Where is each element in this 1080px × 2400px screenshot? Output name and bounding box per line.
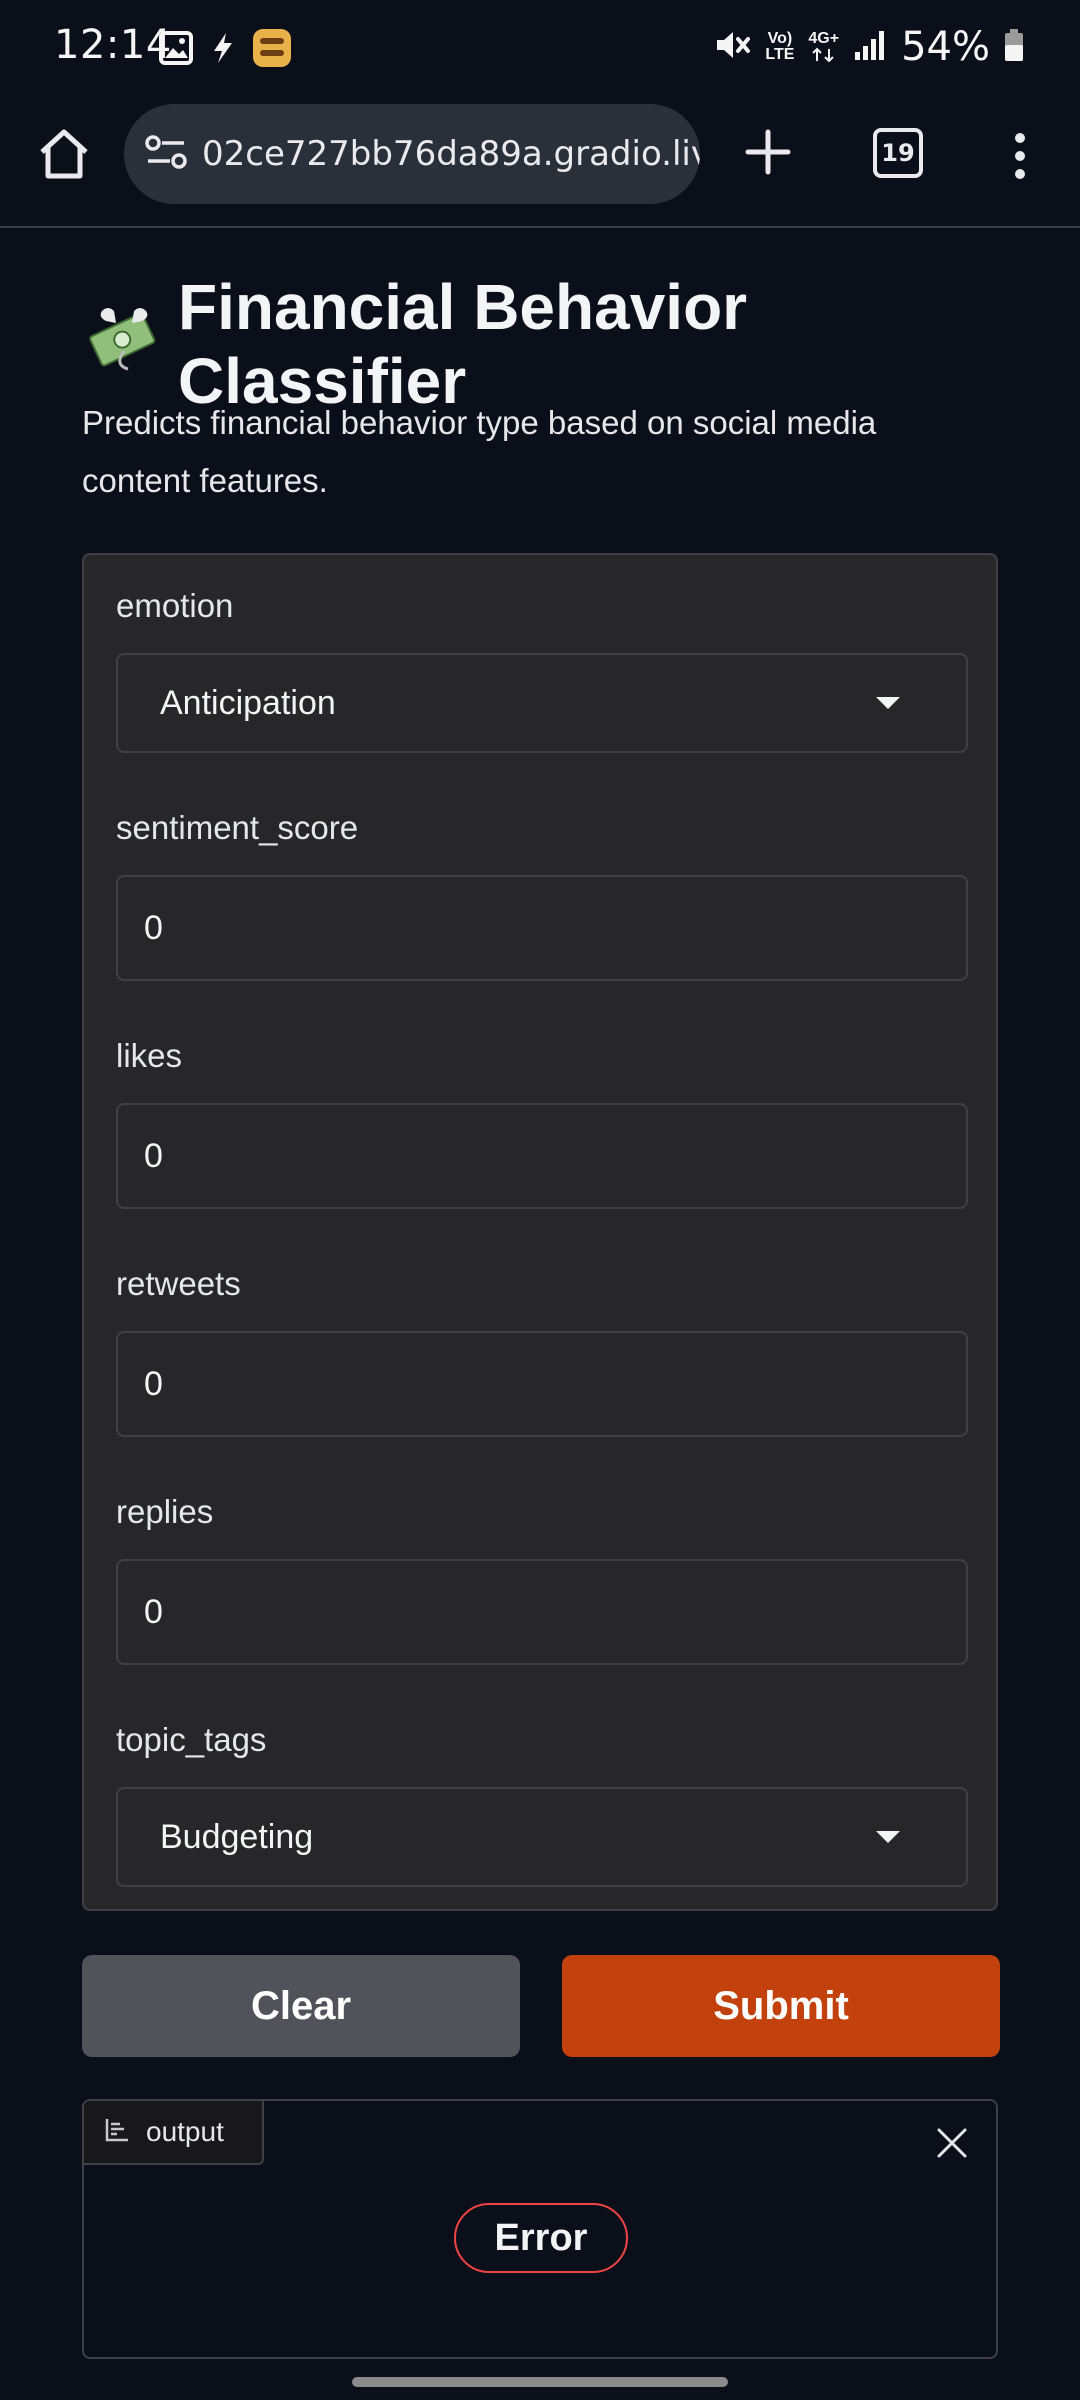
replies-label: replies <box>116 1493 214 1530</box>
address-bar[interactable]: 02ce727bb76da89a.gradio.live <box>124 104 700 204</box>
caret-down-icon <box>876 1831 900 1843</box>
mute-icon <box>713 26 751 69</box>
gallery-icon <box>158 30 194 71</box>
battery-icon <box>1004 28 1024 67</box>
volte-icon: Vo) LTE <box>765 31 794 63</box>
4g-icon: 4G+ <box>808 31 839 63</box>
flash-icon <box>208 31 238 70</box>
status-left-icons <box>158 28 292 73</box>
clear-button[interactable]: Clear <box>82 1955 520 2057</box>
app-icon <box>252 28 292 73</box>
sentiment-score-value: 0 <box>144 908 163 947</box>
input-form-panel: emotion Anticipation sentiment_score 0 l… <box>82 553 998 1911</box>
retweets-value: 0 <box>144 1364 163 1403</box>
home-icon <box>40 129 88 179</box>
output-tab-label: output <box>146 2116 224 2147</box>
topic-tags-label: topic_tags <box>116 1721 267 1758</box>
label-icon <box>104 2117 130 2148</box>
url-text[interactable]: 02ce727bb76da89a.gradio.live <box>202 134 700 174</box>
money-emoji-icon <box>84 301 164 388</box>
retweets-label: retweets <box>116 1265 241 1302</box>
status-time: 12:14 <box>54 22 172 68</box>
home-indicator[interactable] <box>352 2377 728 2387</box>
output-tab: output <box>84 2101 264 2165</box>
status-right-icons: Vo) LTE 4G+ 54% <box>713 24 1024 70</box>
site-settings-icon[interactable] <box>144 132 188 177</box>
close-output-button[interactable] <box>934 2125 970 2161</box>
page-description: Predicts financial behavior type based o… <box>82 404 877 499</box>
network-label: 4G+ <box>808 30 840 47</box>
status-bar: 12:14 Vo) LTE 4G+ 54% <box>0 0 1080 100</box>
sentiment-score-input[interactable]: 0 <box>116 875 968 981</box>
battery-percent: 54% <box>901 24 990 70</box>
new-tab-button[interactable] <box>740 124 796 180</box>
sentiment-score-label: sentiment_score <box>116 809 359 846</box>
retweets-input[interactable]: 0 <box>116 1331 968 1437</box>
caret-down-icon <box>876 697 900 709</box>
menu-button[interactable] <box>1000 126 1040 186</box>
submit-button[interactable]: Submit <box>562 1955 1000 2057</box>
error-status-badge: Error <box>454 2203 628 2273</box>
volte-label-top: Vo) <box>767 30 793 47</box>
topic-tags-dropdown[interactable]: Budgeting <box>116 1787 968 1887</box>
replies-value: 0 <box>144 1592 163 1631</box>
home-button[interactable] <box>34 124 94 184</box>
output-panel: output Error <box>82 2099 998 2359</box>
signal-icon <box>853 28 887 67</box>
close-icon <box>937 2128 967 2158</box>
tab-switcher-button[interactable]: 19 <box>873 128 923 178</box>
browser-toolbar: 02ce727bb76da89a.gradio.live 19 <box>0 100 1080 228</box>
likes-value: 0 <box>144 1136 163 1175</box>
likes-input[interactable]: 0 <box>116 1103 968 1209</box>
more-vertical-icon <box>1015 133 1025 179</box>
replies-input[interactable]: 0 <box>116 1559 968 1665</box>
plus-icon <box>745 129 791 175</box>
emotion-value: Anticipation <box>160 683 336 722</box>
emotion-dropdown[interactable]: Anticipation <box>116 653 968 753</box>
likes-label: likes <box>116 1037 183 1074</box>
emotion-label: emotion <box>116 587 234 624</box>
topic-tags-value: Budgeting <box>160 1817 314 1856</box>
volte-label-bottom: LTE <box>765 46 795 63</box>
